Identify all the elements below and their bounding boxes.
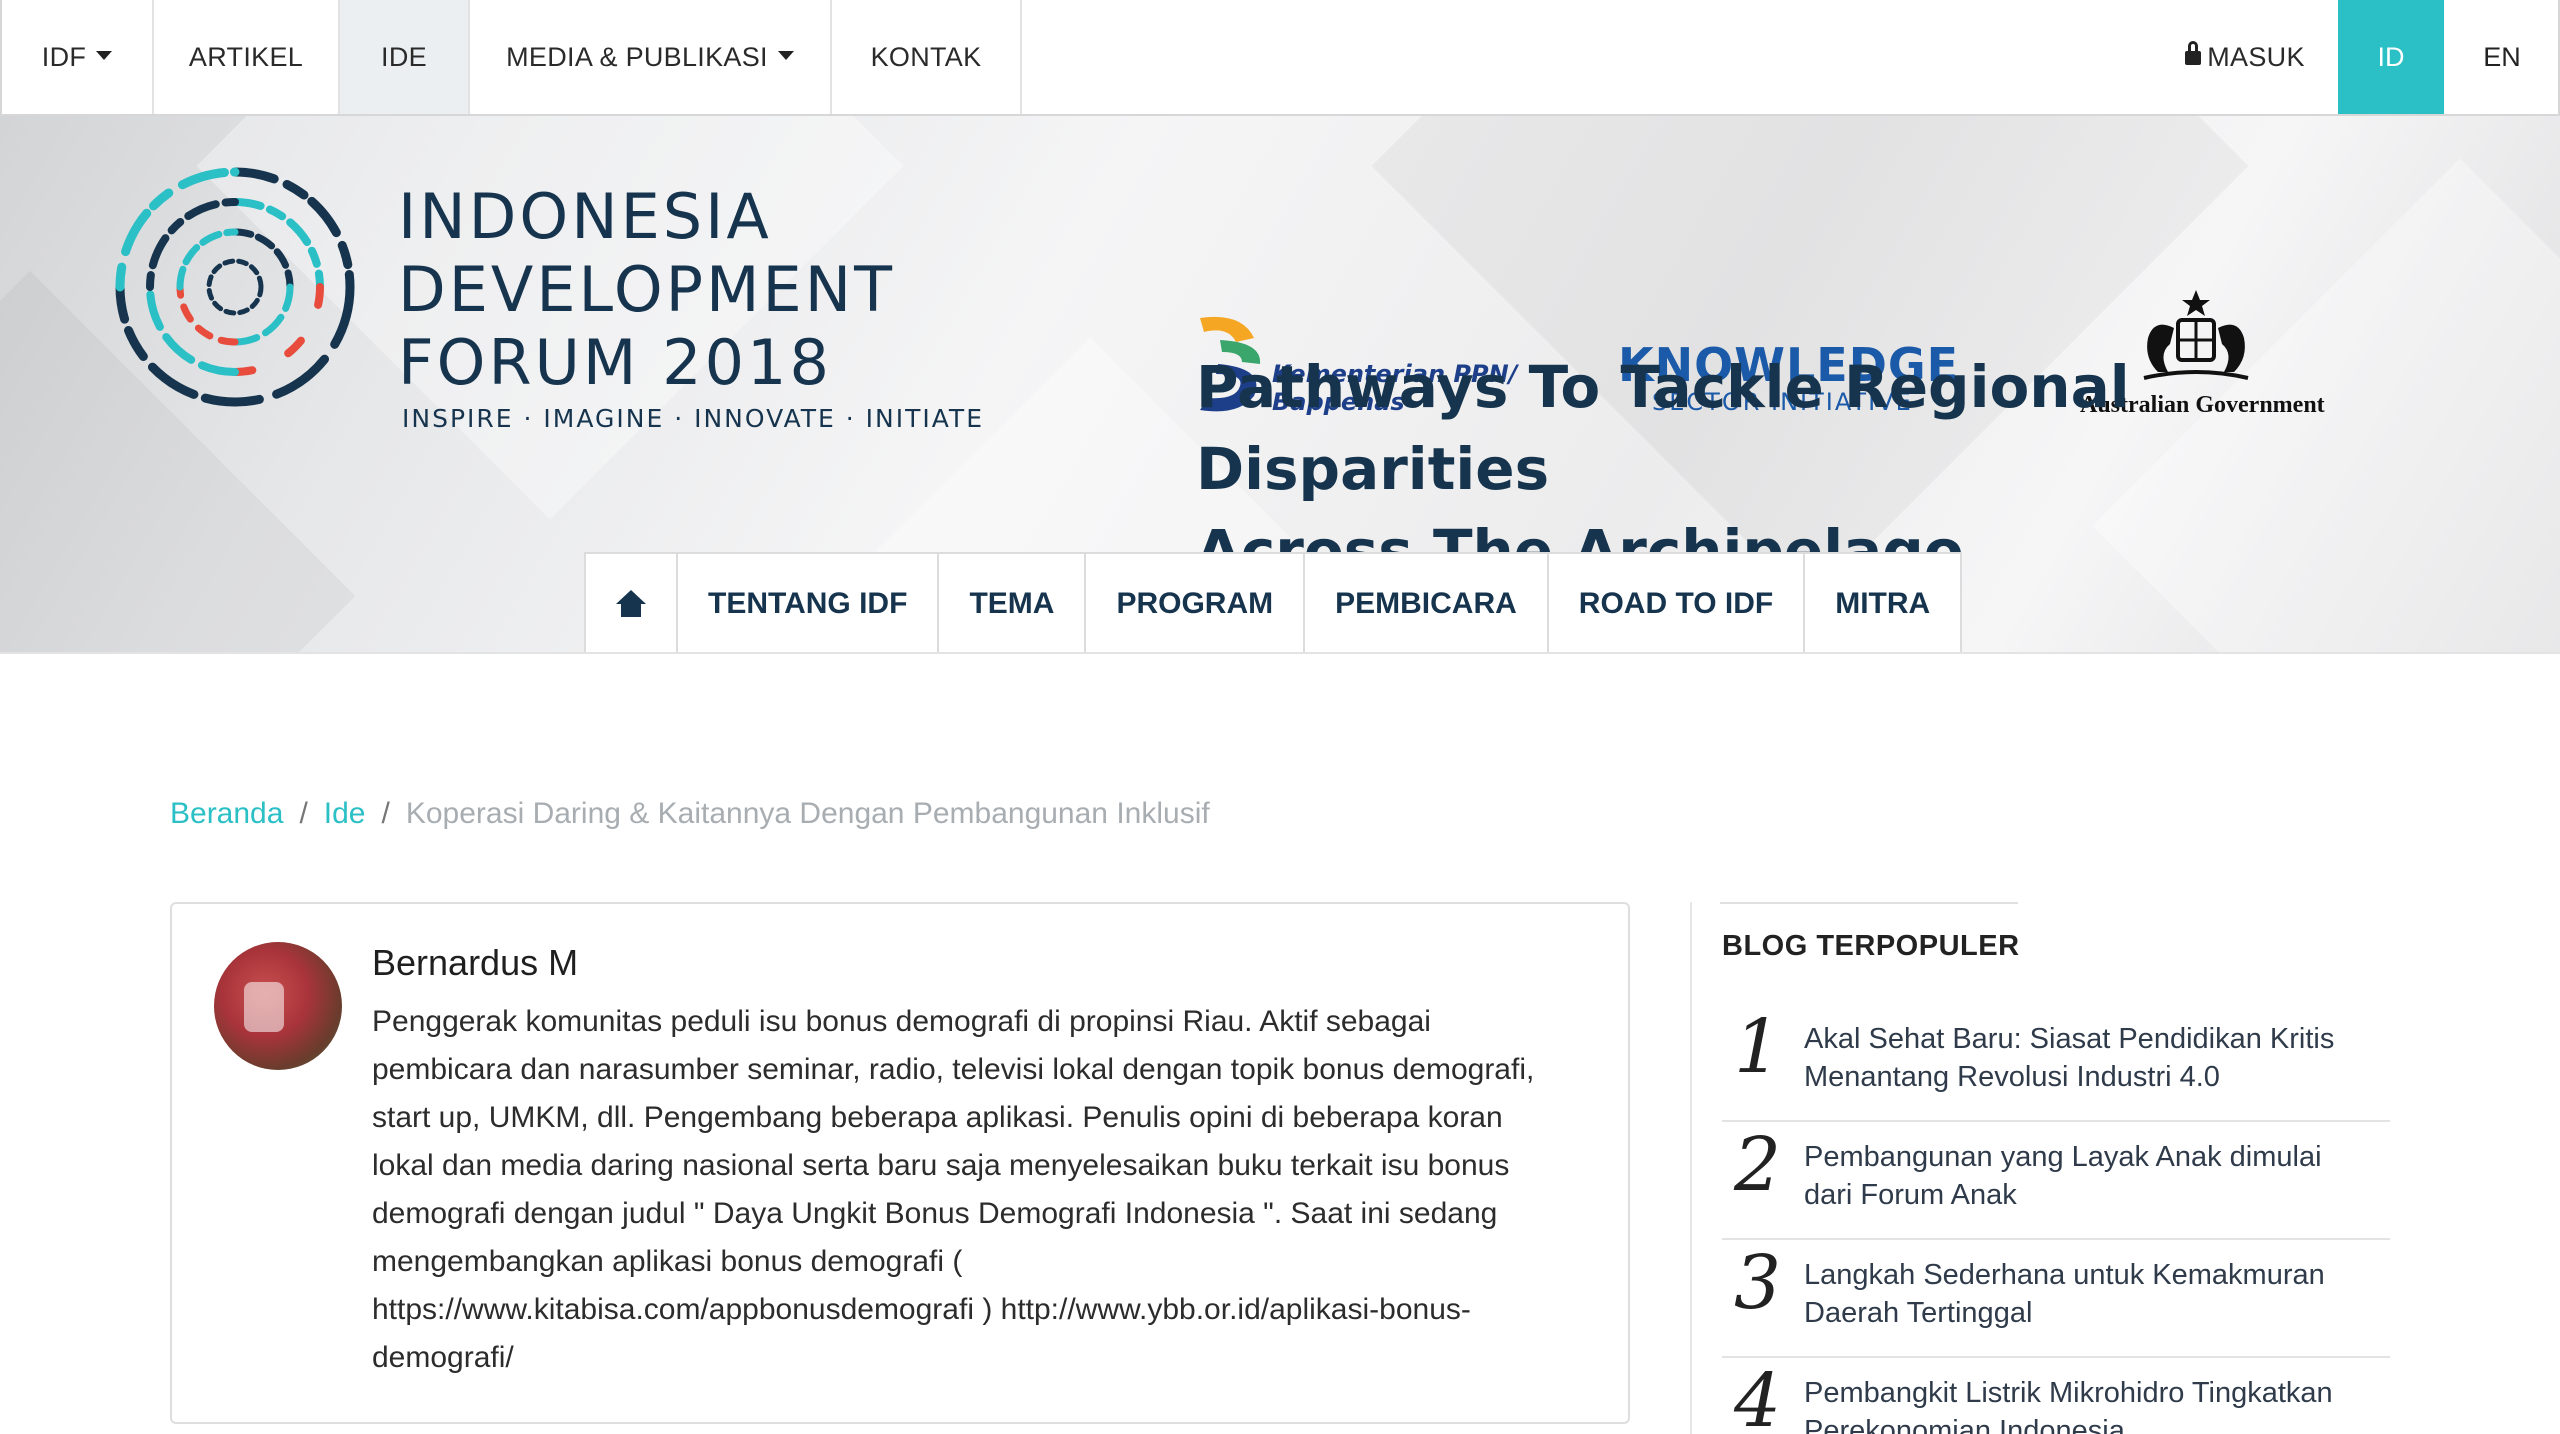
popular-blog-item[interactable]: 1 Akal Sehat Baru: Siasat Pendidikan Kri…	[1722, 1004, 2390, 1122]
lang-id-button[interactable]: ID	[2338, 0, 2444, 114]
popular-rank: 2	[1734, 1122, 1782, 1208]
popular-rank: 3	[1734, 1240, 1782, 1326]
subnav-label: TENTANG IDF	[708, 587, 908, 620]
popular-top-rule	[1720, 902, 2018, 904]
subnav-label: TEMA	[969, 587, 1055, 620]
popular-blog-title[interactable]: Pembangkit Listrik Mikrohidro Tingkatkan…	[1804, 1374, 2364, 1434]
popular-blog-item[interactable]: 3 Langkah Sederhana untuk Kemakmuran Dae…	[1722, 1240, 2390, 1358]
nav-media-dropdown[interactable]: MEDIA & PUBLIKASI	[470, 0, 832, 114]
lock-icon	[2185, 41, 2202, 65]
subnav-pembicara[interactable]: PEMBICARA	[1305, 554, 1549, 652]
top-navbar: IDF ARTIKEL IDE MEDIA & PUBLIKASI KONTAK…	[0, 0, 2560, 116]
nav-media-label: MEDIA & PUBLIKASI	[506, 41, 768, 72]
author-avatar[interactable]	[214, 942, 342, 1070]
breadcrumb-current: Koperasi Daring & Kaitannya Dengan Pemba…	[405, 797, 1210, 830]
idf-logo-icon	[115, 167, 355, 407]
home-icon	[616, 590, 646, 618]
subnav-tentang-idf[interactable]: TENTANG IDF	[678, 554, 940, 652]
subnav-tema[interactable]: TEMA	[939, 554, 1087, 652]
lang-en-label: EN	[2483, 41, 2521, 72]
idf-logo-line3: FORUM 2018	[398, 326, 832, 399]
subnav-label: PEMBICARA	[1335, 587, 1517, 620]
lang-id-label: ID	[2377, 41, 2405, 72]
hero-headline-line1: Pathways To Tackle Regional Disparities	[1196, 353, 2130, 503]
nav-artikel[interactable]: ARTIKEL	[154, 0, 340, 114]
caret-down-icon	[96, 50, 113, 60]
login-label: MASUK	[2207, 41, 2305, 72]
hero-divider	[0, 652, 2560, 654]
author-card: Bernardus M Penggerak komunitas peduli i…	[170, 902, 1630, 1424]
nav-idf-label: IDF	[41, 41, 87, 72]
subnav-label: PROGRAM	[1116, 587, 1274, 620]
nav-kontak-label: KONTAK	[870, 41, 982, 72]
breadcrumb: Beranda / Ide / Koperasi Daring & Kaitan…	[170, 797, 1210, 831]
breadcrumb-home-link[interactable]: Beranda	[170, 797, 283, 831]
nav-ide-label: IDE	[381, 41, 427, 72]
nav-idf-dropdown[interactable]: IDF	[2, 0, 154, 114]
popular-rank: 1	[1734, 1004, 1782, 1090]
subnav-label: MITRA	[1835, 587, 1931, 620]
subnav-mitra[interactable]: MITRA	[1805, 554, 1960, 652]
nav-ide[interactable]: IDE	[340, 0, 470, 114]
popular-blog-title[interactable]: Pembangunan yang Layak Anak dimulai dari…	[1804, 1138, 2364, 1214]
breadcrumb-separator: /	[381, 797, 390, 830]
subnav-label: ROAD TO IDF	[1578, 587, 1774, 620]
subnav-program[interactable]: PROGRAM	[1086, 554, 1306, 652]
hero-banner: INDONESIA DEVELOPMENT FORUM 2018 INSPIRE…	[0, 116, 2560, 652]
popular-blog-title[interactable]: Akal Sehat Baru: Siasat Pendidikan Kriti…	[1804, 1020, 2364, 1096]
nav-artikel-label: ARTIKEL	[188, 41, 304, 72]
popular-blog-heading: BLOG TERPOPULER	[1722, 930, 2020, 962]
subnav-road-to-idf[interactable]: ROAD TO IDF	[1549, 554, 1806, 652]
sidebar-divider	[1690, 902, 1692, 1434]
login-button[interactable]: MASUK	[2152, 0, 2338, 114]
idf-logo-line2: DEVELOPMENT	[398, 253, 895, 326]
author-name[interactable]: Bernardus M	[372, 942, 578, 984]
popular-blog-title[interactable]: Langkah Sederhana untuk Kemakmuran Daera…	[1804, 1256, 2364, 1332]
program-subnav: TENTANG IDF TEMA PROGRAM PEMBICARA ROAD …	[584, 552, 1963, 652]
caret-down-icon	[777, 50, 794, 60]
breadcrumb-separator: /	[299, 797, 308, 830]
nav-kontak[interactable]: KONTAK	[832, 0, 1022, 114]
lang-en-button[interactable]: EN	[2444, 0, 2560, 114]
subnav-home[interactable]	[586, 554, 678, 652]
popular-blog-item[interactable]: 4 Pembangkit Listrik Mikrohidro Tingkatk…	[1722, 1358, 2390, 1434]
author-bio: Penggerak komunitas peduli isu bonus dem…	[372, 1005, 1535, 1374]
idf-tagline: INSPIRE · IMAGINE · INNOVATE · INITIATE	[402, 404, 984, 433]
breadcrumb-section-link[interactable]: Ide	[324, 797, 366, 831]
popular-blog-item[interactable]: 2 Pembangunan yang Layak Anak dimulai da…	[1722, 1122, 2390, 1240]
popular-rank: 4	[1734, 1358, 1782, 1434]
idf-logo-line1: INDONESIA	[398, 180, 772, 253]
